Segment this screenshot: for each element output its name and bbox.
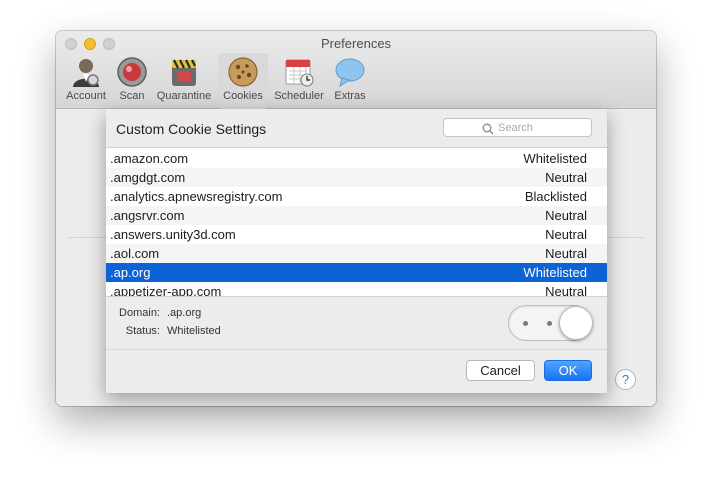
domain-label: Domain: (119, 307, 160, 319)
table-row[interactable]: .angsrvr.com Neutral (106, 206, 607, 225)
window-title: Preferences (320, 36, 392, 51)
row-status: Neutral (545, 208, 587, 223)
status-toggle[interactable] (508, 305, 593, 341)
toolbar-cookies[interactable]: Cookies (218, 53, 268, 109)
extras-icon (334, 56, 366, 88)
row-status: Blacklisted (524, 189, 587, 204)
divider (106, 349, 607, 350)
row-domain: .ap.org (110, 265, 151, 280)
row-domain: .aol.com (110, 246, 160, 261)
toolbar-account[interactable]: Account (61, 53, 111, 109)
table-row[interactable]: .aol.com Neutral (106, 244, 607, 263)
table-row[interactable]: .amgdgt.com Neutral (106, 168, 607, 187)
table-row[interactable]: .analytics.apnewsregistry.com Blackliste… (106, 187, 607, 206)
domain-value: .ap.org (167, 307, 202, 319)
cancel-button[interactable]: Cancel (466, 360, 535, 381)
search-icon (482, 122, 494, 135)
table-row-selected[interactable]: .ap.org Whitelisted (106, 263, 607, 282)
row-status: Whitelisted (523, 151, 587, 166)
cookie-domain-list[interactable]: .amazon.com Whitelisted .amgdgt.com Neut… (106, 147, 607, 297)
toolbar-scan[interactable]: Scan (114, 53, 150, 109)
help-button[interactable]: ? (615, 369, 636, 390)
ok-button[interactable]: OK (544, 360, 592, 381)
quarantine-icon (168, 56, 200, 88)
toggle-knob[interactable] (559, 306, 593, 340)
row-status: Neutral (545, 246, 587, 261)
search-field[interactable] (443, 118, 592, 137)
table-row[interactable]: .amazon.com Whitelisted (106, 149, 607, 168)
row-domain: .angsrvr.com (110, 208, 185, 223)
cookies-icon (227, 56, 259, 88)
row-status: Whitelisted (523, 265, 587, 280)
status-value: Whitelisted (167, 325, 221, 337)
toggle-dot (523, 321, 528, 326)
row-domain: .amgdgt.com (110, 170, 186, 185)
search-input[interactable] (498, 120, 588, 135)
account-icon (70, 56, 102, 88)
toolbar-quarantine[interactable]: Quarantine (153, 53, 215, 109)
row-domain: .answers.unity3d.com (110, 227, 236, 242)
row-domain: .analytics.apnewsregistry.com (110, 189, 283, 204)
titlebar: Preferences Account Scan Quarantine Cook… (56, 31, 656, 109)
toolbar-scheduler[interactable]: Scheduler (271, 53, 327, 109)
scan-icon (116, 56, 148, 88)
table-row[interactable]: .appetizer-app.com Neutral (106, 282, 607, 297)
table-row[interactable]: .answers.unity3d.com Neutral (106, 225, 607, 244)
sheet-title: Custom Cookie Settings (116, 121, 267, 137)
row-status: Neutral (545, 170, 587, 185)
row-status: Neutral (545, 227, 587, 242)
custom-cookie-settings-sheet: Custom Cookie Settings .amazon.com White… (106, 109, 607, 393)
toggle-dot (547, 321, 552, 326)
row-domain: .appetizer-app.com (110, 284, 222, 297)
row-status: Neutral (545, 284, 587, 297)
status-label: Status: (125, 325, 160, 337)
toolbar-extras[interactable]: Extras (330, 53, 370, 109)
scheduler-icon (283, 56, 315, 88)
row-domain: .amazon.com (110, 151, 189, 166)
